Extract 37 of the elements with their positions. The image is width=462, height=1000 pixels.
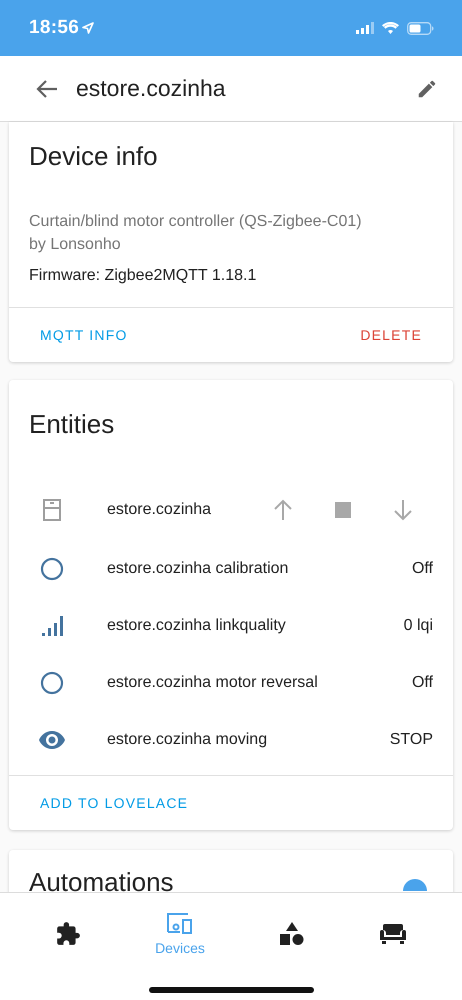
location-arrow-icon [82, 22, 94, 34]
add-circle-button[interactable] [403, 879, 427, 891]
device-model: Curtain/blind motor controller (QS-Zigbee-C01) [28, 212, 363, 232]
sofa-icon [378, 923, 407, 945]
clock-time: 18:56 [29, 17, 80, 39]
nav-tab[interactable] [278, 921, 305, 947]
blind-icon [41, 498, 63, 522]
entity-name[interactable]: estore.cozinha motor reversal [107, 674, 412, 692]
nav-tab[interactable] [55, 921, 82, 947]
entity-state: Off [412, 560, 433, 578]
entity-name[interactable]: estore.cozinha calibration [107, 560, 412, 578]
cellular-signal-icon [356, 22, 374, 34]
entity-name[interactable]: estore.cozinha moving [107, 730, 390, 748]
entity-state: STOP [390, 730, 433, 748]
eye-icon [39, 730, 65, 748]
circle-icon [40, 556, 64, 580]
delete-button[interactable]: DELETE [337, 319, 445, 351]
card-title: Device info [28, 140, 159, 172]
battery-icon [407, 22, 434, 34]
circle-icon [40, 670, 64, 694]
card-title: Automations [28, 866, 175, 898]
device-manufacturer: by Lonsonho [28, 235, 122, 255]
puzzle-icon [55, 921, 82, 947]
nav-tab[interactable] [378, 923, 407, 945]
signal-icon [41, 614, 63, 636]
shapes-icon [278, 921, 305, 947]
wifi-icon [382, 22, 399, 34]
page-title: estore.cozinha [76, 75, 227, 102]
card-title: Entities [28, 408, 116, 440]
entity-name[interactable]: estore.cozinha [107, 501, 253, 519]
entity-name[interactable]: estore.cozinha linkquality [107, 616, 404, 634]
entity-state: Off [412, 674, 433, 692]
firmware-version: Firmware: Zigbee2MQTT 1.18.1 [28, 267, 258, 285]
back-arrow-icon[interactable] [36, 80, 58, 98]
pencil-icon[interactable] [416, 78, 438, 100]
entity-state: 0 lqi [404, 616, 433, 634]
devices-icon [166, 912, 194, 936]
